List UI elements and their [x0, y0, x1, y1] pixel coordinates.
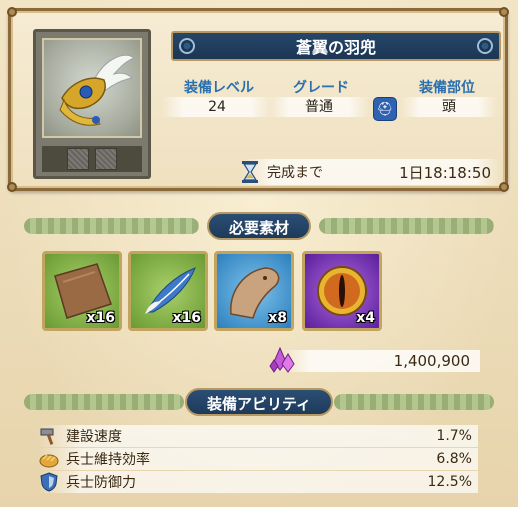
level-label: 装備レベル	[184, 80, 254, 96]
item-name-banner: 蒼翼の羽兜	[171, 31, 501, 61]
materials-title: 必要素材	[206, 212, 311, 240]
material-leather[interactable]: x16	[42, 251, 122, 331]
material-qty: x16	[86, 310, 115, 326]
cost-row: 1,400,900	[280, 350, 480, 372]
material-feather[interactable]: x16	[128, 251, 208, 331]
ability-value: 1.7%	[436, 428, 472, 444]
hourglass-icon	[241, 161, 259, 183]
level-value: 24	[161, 97, 273, 117]
ability-row: 兵士防御力 12.5%	[38, 471, 478, 493]
material-qty: x4	[356, 310, 375, 326]
shield-icon	[38, 471, 60, 493]
ability-name: 兵士維持効率	[66, 452, 150, 468]
winged-helmet-image	[42, 38, 142, 138]
header-vine-left	[24, 394, 184, 410]
ornament-icon	[179, 38, 195, 54]
item-card: 蒼翼の羽兜 装備レベル 24 グレード 普通 ⛑ 装備部位 頭 完成まで 1日1…	[7, 7, 509, 192]
grade-label: グレード	[293, 80, 349, 96]
cost-value: 1,400,900	[393, 352, 470, 370]
timer-label: 完成まで	[267, 165, 323, 181]
material-qty: x8	[268, 310, 287, 326]
bread-icon	[38, 448, 60, 470]
helmet-slot-icon: ⛑	[373, 97, 397, 121]
empty-socket[interactable]	[95, 148, 117, 170]
corner-rivet	[7, 7, 17, 17]
grade-value: 普通	[269, 97, 369, 117]
craft-timer-row: 完成まで 1日18:18:50	[241, 159, 501, 185]
socket-bar	[42, 146, 142, 172]
ability-name: 兵士防御力	[66, 475, 136, 491]
item-portrait-frame[interactable]	[33, 29, 151, 179]
timer-value: 1日18:18:50	[399, 163, 491, 182]
item-name: 蒼翼の羽兜	[295, 38, 376, 57]
slot-label: 装備部位	[419, 80, 475, 96]
crystal-icon	[268, 344, 296, 374]
corner-rivet	[7, 182, 17, 192]
header-vine-left	[24, 218, 199, 234]
abilities-title: 装備アビリティ	[184, 388, 334, 416]
header-vine-right	[319, 218, 494, 234]
ability-value: 6.8%	[436, 451, 472, 467]
hammer-icon	[38, 425, 60, 447]
material-qty: x16	[172, 310, 201, 326]
material-beak[interactable]: x8	[214, 251, 294, 331]
abilities-header: 装備アビリティ	[24, 387, 494, 417]
ability-row: 兵士維持効率 6.8%	[38, 448, 478, 470]
ability-value: 12.5%	[427, 474, 472, 490]
header-vine-right	[334, 394, 494, 410]
slot-value: 頭	[401, 97, 497, 117]
material-dragon-eye[interactable]: x4	[302, 251, 382, 331]
materials-header: 必要素材	[24, 211, 494, 241]
corner-rivet	[499, 7, 509, 17]
ability-name: 建設速度	[66, 429, 122, 445]
ornament-icon	[477, 38, 493, 54]
ability-row: 建設速度 1.7%	[38, 425, 478, 447]
empty-socket[interactable]	[67, 148, 89, 170]
